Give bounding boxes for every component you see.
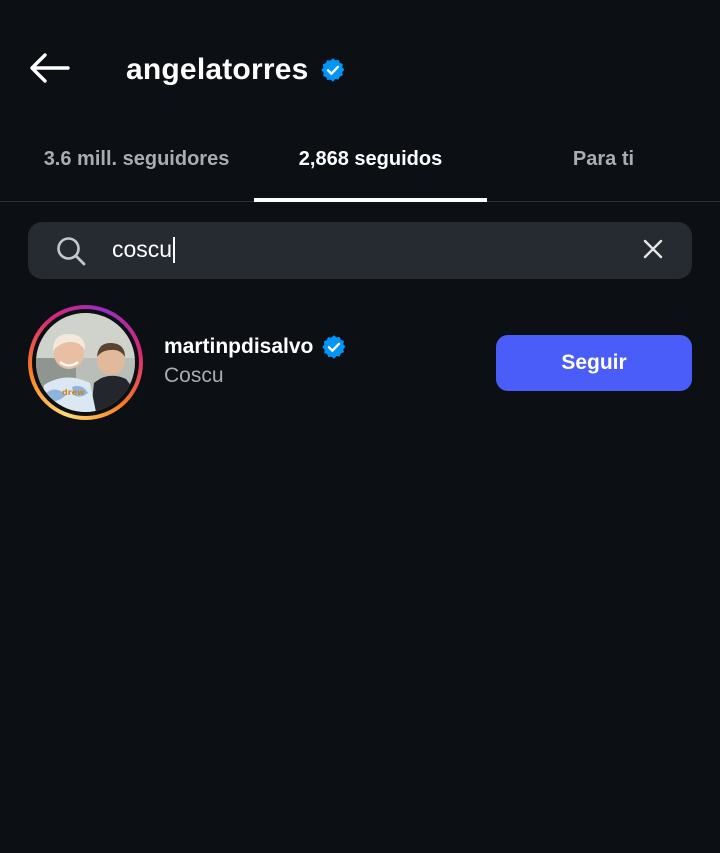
avatar-border: drew [32,309,139,416]
tab-following[interactable]: 2,868 seguidos [254,118,487,201]
verified-badge-icon [320,57,346,83]
story-ring[interactable]: drew [28,305,143,420]
follow-button[interactable]: Seguir [496,335,692,391]
tab-label: 3.6 mill. seguidores [43,148,230,170]
back-button[interactable] [24,48,74,92]
active-tab-indicator [254,198,487,202]
avatar: drew [36,313,135,412]
tab-for-you[interactable]: Para ti [487,118,720,201]
arrow-left-icon [28,52,70,89]
close-icon [643,239,663,264]
page-title: angelatorres [126,53,309,86]
username: martinpdisalvo [164,335,314,358]
avatar-shirt-text: drew [62,388,85,397]
tab-followers[interactable]: 3.6 mill. seguidores [20,118,253,201]
full-name: Coscu [164,364,224,387]
verified-badge-icon [321,334,347,360]
tab-label: 2,868 seguidos [298,148,443,170]
search-icon [56,236,86,266]
user-info: martinpdisalvo Coscu [164,334,347,388]
profile-title: angelatorres [126,48,346,92]
text-caret [173,236,175,263]
tab-label: Para ti [572,148,635,170]
clear-search-button[interactable] [638,236,668,266]
list-item[interactable]: drew martinpdisalvo Coscu Seguir [0,300,720,424]
search-query[interactable]: coscu [112,236,175,263]
follow-tabs: 3.6 mill. seguidores 2,868 seguidos Para… [0,118,720,202]
search-input[interactable]: coscu [28,222,692,279]
search-query-text: coscu [112,236,173,262]
top-bar: angelatorres [0,0,720,130]
